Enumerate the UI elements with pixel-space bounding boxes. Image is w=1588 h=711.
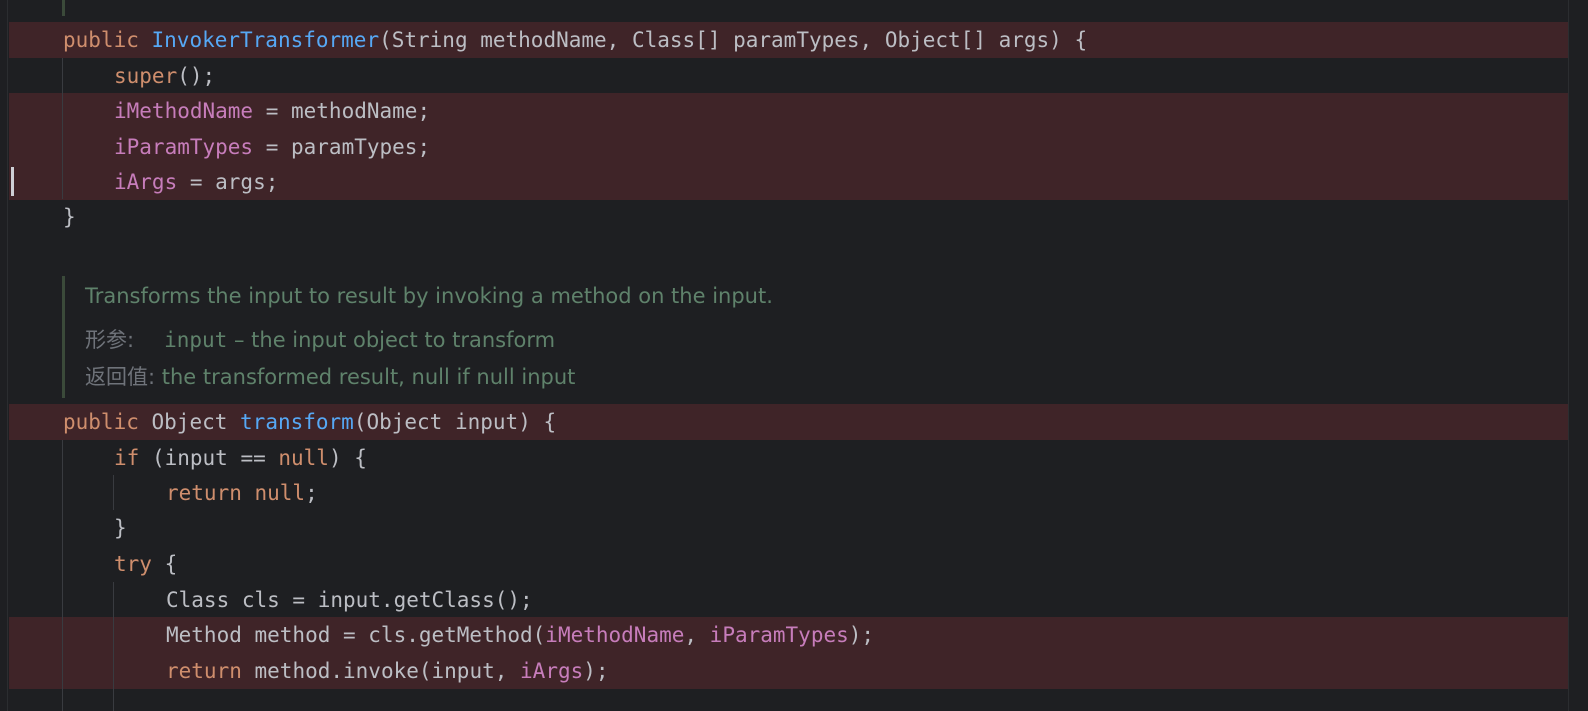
code-token: Class cls = input.getClass(); <box>166 588 533 612</box>
code-line-close-if[interactable]: } <box>9 510 1568 546</box>
code-text: if (input == null) { <box>114 440 367 476</box>
code-token: iArgs <box>114 170 178 194</box>
gutter-divider <box>7 0 8 711</box>
code-token: InvokerTransformer <box>151 28 380 52</box>
code-token: (); <box>177 64 216 88</box>
code-token: if <box>114 446 152 470</box>
code-line-transform-signature[interactable]: public Object transform(Object input) { <box>9 404 1568 440</box>
code-text: } <box>63 199 76 235</box>
code-token: public <box>63 28 152 52</box>
code-token: , <box>684 623 710 647</box>
code-token: null <box>278 446 329 470</box>
javadoc-param-name: input <box>164 328 228 352</box>
rendered-javadoc: Transforms the input to result by invoki… <box>62 276 1065 398</box>
code-line-constructor-signature[interactable]: public InvokerTransformer(String methodN… <box>9 22 1568 58</box>
code-line-get-class[interactable]: Class cls = input.getClass(); <box>9 582 1568 618</box>
code-token: ); <box>848 623 875 647</box>
code-token: try <box>114 552 165 576</box>
indent-guide <box>113 582 114 711</box>
code-line-invoke[interactable]: return method.invoke(input, iArgs); <box>9 653 1568 689</box>
code-text: iMethodName = methodName; <box>114 93 430 129</box>
javadoc-param: 形参: input – the input object to transform <box>85 324 555 354</box>
code-text: Method method = cls.getMethod(iMethodNam… <box>166 617 874 653</box>
text-caret <box>11 167 14 196</box>
code-token: return <box>166 659 255 683</box>
code-text: public InvokerTransformer(String methodN… <box>63 22 1087 58</box>
code-token: = paramTypes; <box>253 135 431 159</box>
code-line-assign-args[interactable]: iArgs = args; <box>9 164 1568 200</box>
code-token: iMethodName <box>114 99 254 123</box>
javadoc-param-tag: 形参: <box>85 328 135 352</box>
code-token: ; <box>305 481 318 505</box>
code-line-if-null[interactable]: if (input == null) { <box>9 440 1568 476</box>
code-token: (String methodName, Class[] paramTypes, … <box>379 28 1088 52</box>
code-token: return null <box>166 481 306 505</box>
code-text: } <box>114 510 127 546</box>
code-token: ); <box>583 659 609 683</box>
previous-doc-comment-border <box>62 0 65 16</box>
javadoc-return-tag: 返回值: <box>85 365 156 389</box>
indent-guide <box>62 440 63 711</box>
code-text: try { <box>114 546 177 582</box>
code-token: iParamTypes <box>114 135 254 159</box>
code-token: Method method = cls.getMethod( <box>166 623 546 647</box>
code-editor[interactable]: public InvokerTransformer(String methodN… <box>0 0 1588 711</box>
code-token: iParamTypes <box>709 623 849 647</box>
code-token: transform <box>240 410 354 434</box>
code-line-close-constructor[interactable]: } <box>9 199 1568 235</box>
code-token: super <box>114 64 178 88</box>
code-token: (input == <box>151 446 279 470</box>
code-token: = methodName; <box>253 99 431 123</box>
code-line-get-method[interactable]: Method method = cls.getMethod(iMethodNam… <box>9 617 1568 653</box>
code-token: method.invoke(input, <box>254 659 521 683</box>
code-token: public <box>63 410 152 434</box>
code-text: public Object transform(Object input) { <box>63 404 556 440</box>
javadoc-return: 返回值: the transformed result, null if nul… <box>85 361 575 391</box>
code-text: Class cls = input.getClass(); <box>166 582 533 618</box>
code-token: Object <box>151 410 241 434</box>
code-token: ) { <box>328 446 367 470</box>
code-line-return-null[interactable]: return null; <box>9 475 1568 511</box>
code-token: iArgs <box>520 659 584 683</box>
code-token: = args; <box>177 170 279 194</box>
code-text: super(); <box>114 58 215 94</box>
indent-guide <box>62 58 63 199</box>
code-text: iParamTypes = paramTypes; <box>114 129 430 165</box>
code-token: } <box>63 205 76 229</box>
editor-right-margin <box>1568 0 1588 711</box>
javadoc-param-desc: – the input object to transform <box>227 328 556 352</box>
code-line-try[interactable]: try { <box>9 546 1568 582</box>
code-token: { <box>164 552 178 576</box>
code-token: (Object input) { <box>353 410 557 434</box>
code-token: iMethodName <box>545 623 685 647</box>
indent-guide <box>113 475 114 510</box>
code-line-assign-method-name[interactable]: iMethodName = methodName; <box>9 93 1568 129</box>
code-line-super-call[interactable]: super(); <box>9 58 1568 94</box>
javadoc-return-desc: the transformed result, null if null inp… <box>155 365 576 389</box>
code-text: return null; <box>166 475 318 511</box>
code-line-assign-param-types[interactable]: iParamTypes = paramTypes; <box>9 129 1568 165</box>
code-text: return method.invoke(input, iArgs); <box>166 653 609 689</box>
code-text: iArgs = args; <box>114 164 278 200</box>
code-token: } <box>114 516 127 540</box>
javadoc-summary: Transforms the input to result by invoki… <box>85 284 773 308</box>
